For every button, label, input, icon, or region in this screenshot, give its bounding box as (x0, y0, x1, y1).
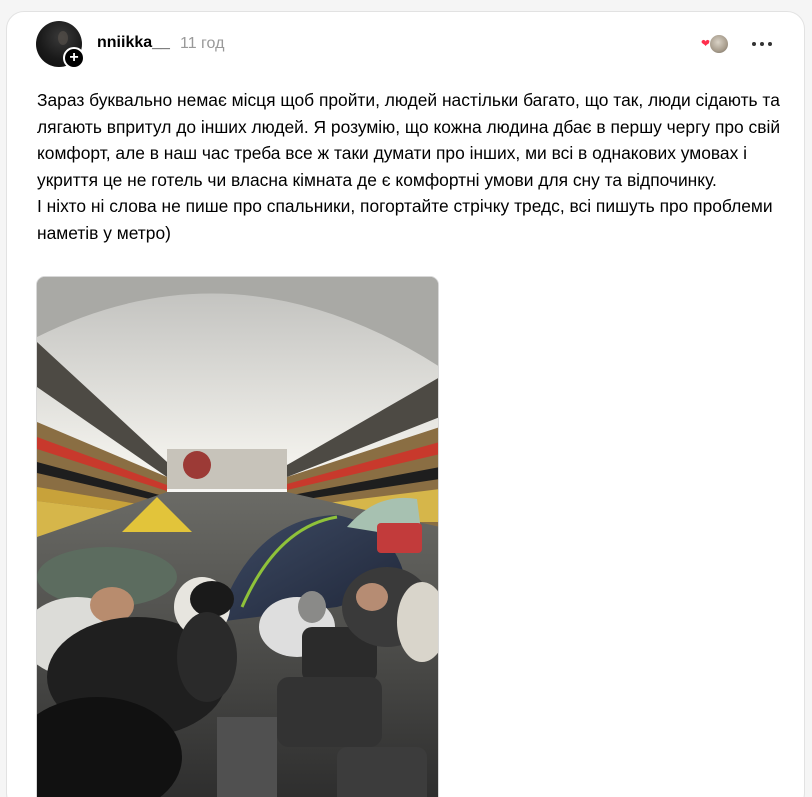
plus-icon[interactable]: + (63, 47, 85, 69)
liker-avatar (709, 34, 729, 54)
post-text: Зараз буквально немає місця щоб пройти, … (37, 90, 781, 243)
post-timestamp[interactable]: 11 год (180, 35, 224, 53)
post-photo[interactable] (36, 276, 439, 797)
username[interactable]: nniikka__ (97, 34, 170, 52)
more-options-button[interactable] (749, 34, 775, 54)
more-horizontal-icon (752, 42, 756, 46)
liked-by-avatars[interactable]: ❤ (701, 34, 731, 54)
